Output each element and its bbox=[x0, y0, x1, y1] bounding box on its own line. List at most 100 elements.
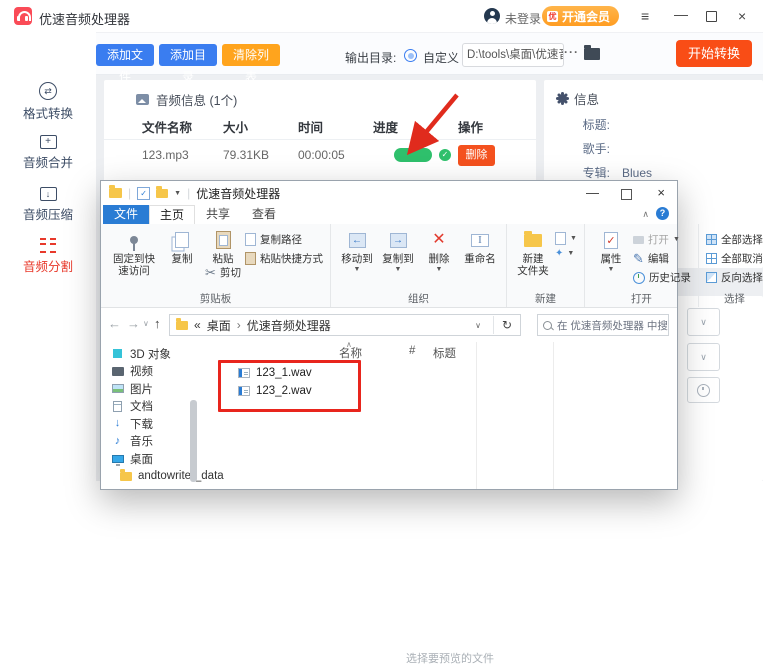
search-icon bbox=[543, 320, 552, 330]
ribbon-button-历史记录[interactable]: 历史记录 bbox=[632, 270, 691, 285]
close-button[interactable]: × bbox=[738, 9, 746, 23]
tab-共享[interactable]: 共享 bbox=[195, 205, 241, 224]
toolbar-button-添加文件[interactable]: 添加文件 bbox=[96, 44, 154, 84]
downloads-icon: ↓ bbox=[114, 417, 121, 430]
file-list-headers: ∧ 名称 # 标题 bbox=[201, 340, 677, 361]
ribbon-small-column: ▼ ✦ ▼ bbox=[555, 227, 577, 294]
app-title: 优速音频处理器 bbox=[39, 12, 131, 27]
custom-radio-label: 自定义 bbox=[423, 51, 460, 65]
breadcrumb-root[interactable]: « bbox=[194, 318, 201, 332]
explorer-minimize-button[interactable]: — bbox=[586, 185, 599, 200]
pane-divider[interactable] bbox=[553, 342, 554, 489]
file-explorer-window: | ✓ ▼ | 优速音频处理器 — × 文件 主页 共享 查看 ∧ ? 固定到快 速访… bbox=[100, 180, 763, 665]
ribbon-button-删除[interactable]: ✕ 删除 ▼ bbox=[420, 227, 458, 294]
ribbon-button-反向选择[interactable]: 反向选择 bbox=[705, 270, 763, 285]
collapse-ribbon-icon[interactable]: ∧ bbox=[642, 209, 649, 220]
rename-icon: I bbox=[471, 233, 489, 247]
tree-item-3D 对象[interactable]: 3D 对象 bbox=[101, 345, 201, 363]
tab-查看[interactable]: 查看 bbox=[241, 205, 287, 224]
ribbon-icon-holder bbox=[175, 227, 189, 253]
dropdown-select[interactable]: ∨ bbox=[687, 343, 720, 371]
start-convert-button[interactable]: 开始转换 bbox=[676, 40, 752, 67]
audio-compress-icon: ↓ bbox=[39, 186, 57, 201]
user-avatar-icon[interactable] bbox=[484, 8, 500, 24]
ribbon-button-全部取消[interactable]: 全部取消 bbox=[705, 251, 763, 266]
sidebar-item-音频合并[interactable]: + 音频合并 bbox=[0, 134, 96, 171]
tree-item-下载[interactable]: ↓ 下载 bbox=[101, 415, 201, 433]
time-input[interactable] bbox=[687, 377, 720, 403]
tab-文件[interactable]: 文件 bbox=[103, 205, 149, 224]
search-input[interactable]: 在 优速音频处理器 中搜索 bbox=[537, 314, 669, 336]
sidebar-item-音频压缩[interactable]: ↓ 音频压缩 bbox=[0, 186, 96, 223]
info-panel-title: 信息 bbox=[574, 93, 600, 107]
open-folder-icon[interactable] bbox=[584, 45, 600, 60]
ribbon-button-属性[interactable]: ✓ 属性 ▼ bbox=[592, 227, 630, 294]
address-dropdown-icon[interactable]: ∨ bbox=[469, 321, 487, 330]
explorer-close-button[interactable]: × bbox=[657, 185, 665, 200]
list-column-header-#[interactable]: # bbox=[409, 345, 415, 357]
tab-主页[interactable]: 主页 bbox=[149, 205, 195, 224]
list-column-header-名称[interactable]: 名称 bbox=[339, 345, 362, 361]
toolbar-button-清除列表[interactable]: 清除列表 bbox=[222, 44, 280, 84]
quick-access-check-icon[interactable]: ✓ bbox=[137, 186, 151, 200]
ribbon-small-column: 打开 ▼ ✎ 编辑 历史记录 bbox=[632, 227, 691, 294]
ribbon-button-复制到[interactable]: → 复制到 ▼ bbox=[379, 227, 417, 294]
ribbon-button-编辑[interactable]: ✎ 编辑 bbox=[633, 251, 691, 266]
ribbon-button-label: 粘贴快捷方式 bbox=[260, 253, 323, 265]
browse-more-button[interactable]: ··· bbox=[564, 45, 579, 59]
ribbon-button-复制[interactable]: 复制 bbox=[163, 227, 201, 294]
maximize-button[interactable] bbox=[706, 11, 717, 22]
new-folder-icon bbox=[524, 230, 542, 247]
tree-item-视频[interactable]: 视频 bbox=[101, 363, 201, 381]
ribbon-group-剪贴板: 固定到快 速访问 复制 粘贴 ✂ 剪切 复制路径 粘贴快捷方式 剪贴板 bbox=[101, 224, 331, 307]
ribbon-button-粘贴快捷方式[interactable]: 粘贴快捷方式 bbox=[245, 251, 323, 266]
ribbon-button-new-item-icon[interactable]: ▼ bbox=[555, 232, 577, 245]
output-path-input[interactable]: D:\tools\桌面\优速音频处理器 bbox=[462, 43, 564, 67]
tree-item-文档[interactable]: 文档 bbox=[101, 398, 201, 416]
ribbon-button-新建文件夹[interactable]: 新建 文件夹 bbox=[514, 227, 552, 294]
tree-scrollbar[interactable] bbox=[190, 400, 197, 482]
dropdown-select[interactable]: ∨ bbox=[687, 308, 720, 336]
breadcrumb-desktop[interactable]: 桌面 bbox=[207, 317, 231, 334]
folder-icon bbox=[119, 468, 132, 481]
sidebar-item-格式转换[interactable]: ⇄ 格式转换 bbox=[0, 82, 96, 122]
login-status[interactable]: 未登录 bbox=[505, 10, 541, 27]
back-icon[interactable]: ← bbox=[108, 316, 121, 331]
paste-shortcut-icon bbox=[245, 252, 256, 265]
up-icon[interactable]: ↑ bbox=[154, 316, 161, 331]
tree-item-桌面[interactable]: 桌面 bbox=[101, 450, 201, 468]
tree-item-音乐[interactable]: ♪ 音乐 bbox=[101, 433, 201, 451]
list-column-header-标题[interactable]: 标题 bbox=[433, 345, 456, 361]
ribbon-button-复制路径[interactable]: 复制路径 bbox=[245, 232, 323, 247]
breadcrumb-folder[interactable]: 优速音频处理器 bbox=[247, 317, 331, 334]
refresh-icon[interactable]: ↻ bbox=[492, 316, 516, 334]
ribbon-button-固定到快速访问[interactable]: 固定到快 速访问 bbox=[108, 227, 160, 294]
ribbon-button-移动到[interactable]: ← 移动到 ▼ bbox=[338, 227, 376, 294]
history-chevron-icon[interactable]: ∨ bbox=[143, 319, 149, 328]
navigation-tree: 3D 对象 视频 图片 文档 ↓ 下载 ♪ 音乐 桌面 andtowriter_data bbox=[101, 345, 224, 486]
chevron-down-icon: ∨ bbox=[700, 351, 707, 362]
tree-item-图片[interactable]: 图片 bbox=[101, 380, 201, 398]
minimize-button[interactable]: — bbox=[674, 7, 688, 21]
ribbon-button-重命名[interactable]: I 重命名 bbox=[461, 227, 499, 294]
vip-membership-button[interactable]: 优 开通会员 bbox=[542, 6, 620, 26]
folder-icon[interactable] bbox=[156, 185, 169, 198]
toolbar-button-添加目录[interactable]: 添加目录 bbox=[159, 44, 217, 84]
ribbon-button-easy-access-icon[interactable]: ✦ ▼ bbox=[555, 249, 577, 259]
qat-caret-icon[interactable]: ▼ bbox=[174, 190, 181, 197]
tree-icon-holder bbox=[111, 349, 124, 359]
explorer-maximize-button[interactable] bbox=[621, 189, 632, 200]
ribbon-button-全部选择[interactable]: 全部选择 bbox=[705, 232, 763, 247]
breadcrumb[interactable]: « 桌面 › 优速音频处理器 ∨ ↻ bbox=[169, 314, 521, 336]
separator: | bbox=[187, 186, 191, 200]
table-row[interactable]: 123.mp3 79.31KB 00:00:05 ✓ 删除 bbox=[104, 140, 536, 170]
help-icon[interactable]: ? bbox=[656, 207, 669, 220]
sidebar-item-音频分割[interactable]: 音频分割 bbox=[0, 238, 96, 275]
ribbon-button-剪切[interactable]: ✂ 剪切 bbox=[205, 265, 241, 280]
menu-hamburger-icon[interactable]: ≡ bbox=[641, 9, 649, 23]
ribbon-button-粘贴[interactable]: 粘贴 bbox=[204, 227, 242, 265]
tree-item-andtowriter_data[interactable]: andtowriter_data bbox=[101, 468, 224, 486]
ribbon-stack: 粘贴 ✂ 剪切 bbox=[204, 227, 242, 294]
custom-radio[interactable] bbox=[404, 49, 417, 62]
forward-icon[interactable]: → bbox=[127, 316, 140, 331]
